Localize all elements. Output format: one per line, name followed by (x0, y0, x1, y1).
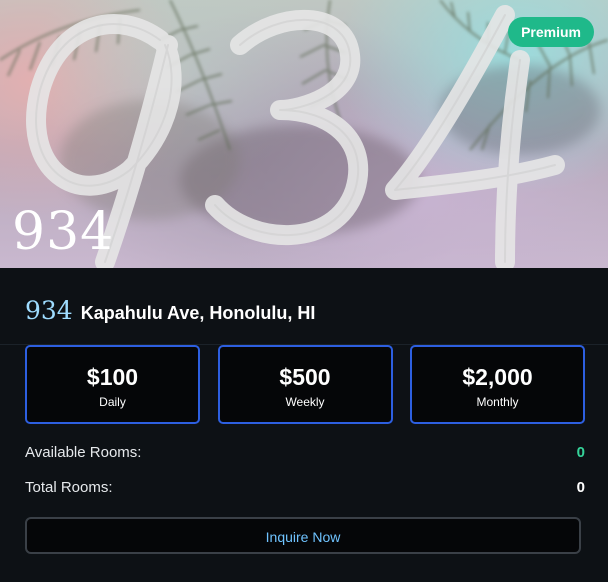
price-period: Daily (99, 395, 126, 409)
total-rooms-label: Total Rooms: (25, 479, 113, 496)
price-amount: $500 (279, 364, 331, 390)
premium-badge: Premium (508, 17, 594, 47)
inquire-now-button[interactable]: Inquire Now (25, 517, 581, 554)
address-number: 934 (25, 296, 73, 325)
total-rooms-value: 0 (576, 479, 585, 496)
address-heading: 934 Kapahulu Ave, Honolulu, HI (25, 296, 315, 325)
price-box-monthly: $2,000 Monthly (410, 345, 585, 424)
price-period: Monthly (476, 395, 519, 409)
available-rooms-label: Available Rooms: (25, 444, 142, 461)
hero-number-label: 934 (12, 202, 115, 262)
price-amount: $2,000 (462, 364, 533, 390)
price-options: $100 Daily $500 Weekly $2,000 Monthly (25, 345, 585, 424)
available-rooms-value: 0 (576, 444, 585, 461)
price-box-weekly: $500 Weekly (217, 345, 393, 424)
price-amount: $100 (86, 364, 139, 390)
available-rooms-row: Available Rooms: 0 (25, 444, 585, 461)
total-rooms-row: Total Rooms: 0 (25, 479, 585, 496)
price-period: Weekly (285, 395, 325, 409)
hero-image: 934 Premium (0, 0, 608, 268)
address-text: Kapahulu Ave, Honolulu, HI (80, 303, 316, 323)
price-box-daily: $100 Daily (25, 345, 200, 424)
listing-card: 934 Premium 934 Kapahulu Ave, Honolulu, … (0, 0, 608, 582)
